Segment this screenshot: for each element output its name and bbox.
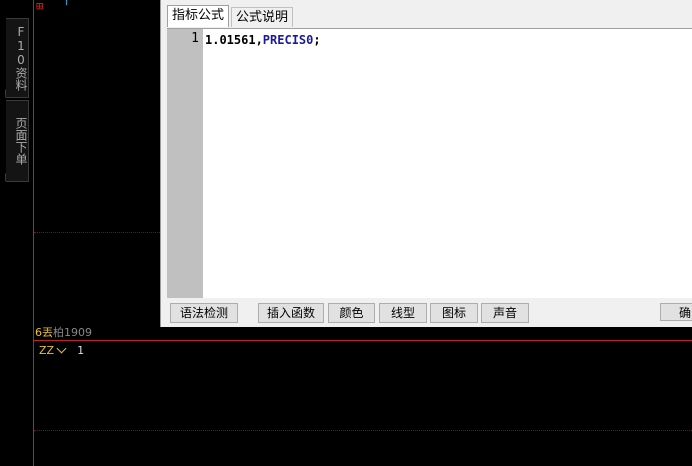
left-tab-strip: F10资料 页面下单 <box>0 0 30 466</box>
sidebar-tab-f10[interactable]: F10资料 <box>6 18 29 98</box>
sub-panel-char: 丟 <box>42 326 53 339</box>
sub-panel-number: 6 <box>35 326 42 339</box>
code-terminator: ; <box>313 33 321 47</box>
confirm-button[interactable]: 确 <box>660 303 692 321</box>
indicator-label[interactable]: ZZ 1 <box>39 343 85 357</box>
line-type-button[interactable]: 线型 <box>379 303 427 323</box>
chart-left-border <box>33 0 34 466</box>
icon-button[interactable]: 图标 <box>430 303 478 323</box>
code-line[interactable]: 1.01561,PRECIS0; <box>205 33 321 47</box>
indicator-name[interactable]: ZZ <box>39 344 54 357</box>
sub-panel-divider <box>34 340 692 341</box>
formula-editor-dialog: 指标公式 公式说明 1 1.01561,PRECIS0; 语法检测 插入函数 颜… <box>160 0 692 327</box>
code-editor[interactable]: 1 1.01561,PRECIS0; <box>167 28 692 298</box>
tab-indicator-formula[interactable]: 指标公式 <box>167 5 229 27</box>
syntax-check-button[interactable]: 语法检测 <box>170 303 238 323</box>
insert-function-button[interactable]: 插入函数 <box>258 303 324 323</box>
grid-line <box>34 430 692 431</box>
sound-button[interactable]: 声音 <box>481 303 529 323</box>
code-value: 1.01561, <box>205 33 263 47</box>
sub-panel-name: 柏1909 <box>53 326 92 339</box>
tab-formula-description[interactable]: 公式说明 <box>231 7 294 27</box>
chart-marker-icon: ⊞ <box>36 0 44 13</box>
chart-tick <box>66 0 67 5</box>
code-keyword: PRECIS0 <box>262 33 314 47</box>
sidebar-tab-page-order[interactable]: 页面下单 <box>6 100 29 182</box>
line-number-gutter: 1 <box>167 29 203 298</box>
sub-panel-title: 6丟柏1909 <box>35 324 92 340</box>
grid-line <box>34 232 160 233</box>
indicator-value: 1 <box>77 344 85 357</box>
line-number: 1 <box>191 31 199 46</box>
chevron-down-icon[interactable] <box>56 343 67 354</box>
color-button[interactable]: 颜色 <box>328 303 375 323</box>
